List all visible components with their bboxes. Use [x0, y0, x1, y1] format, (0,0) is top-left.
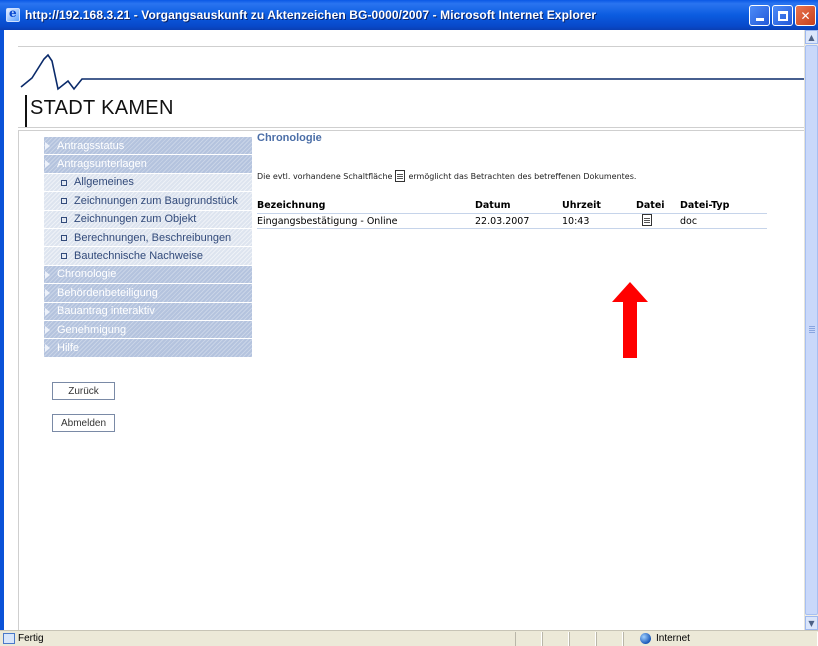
- nav-item-chronologie[interactable]: Chronologie: [44, 265, 252, 285]
- scroll-thumb[interactable]: [805, 45, 818, 615]
- nav-item-behoerdenbeteiligung[interactable]: Behördenbeteiligung: [44, 284, 252, 303]
- status-segment: [569, 632, 596, 646]
- nav-item-antragsunterlagen[interactable]: Antragsunterlagen: [44, 155, 252, 174]
- cell-datei: [636, 213, 680, 229]
- maximize-button[interactable]: [772, 5, 793, 26]
- triangle-icon: [45, 142, 50, 150]
- main-content: Chronologie Die evtl. vorhandene Schaltf…: [257, 132, 797, 229]
- hint-text-after: ermöglicht das Betrachten des betreffene…: [408, 171, 637, 181]
- nav-item-bauantrag-interaktiv[interactable]: Bauantrag interaktiv: [44, 302, 252, 321]
- nav-item-zeichnungen-objekt[interactable]: Zeichnungen zum Objekt: [44, 210, 252, 229]
- ie-icon: [6, 6, 20, 22]
- triangle-icon: [45, 307, 50, 316]
- scroll-down-button[interactable]: ▼: [805, 616, 818, 630]
- close-button[interactable]: ✕: [795, 5, 816, 26]
- window-controls: ✕: [749, 5, 816, 26]
- nav-item-label: Chronologie: [57, 268, 117, 281]
- nav-item-berechnungen[interactable]: Berechnungen, Beschreibungen: [44, 228, 252, 248]
- table-header: Bezeichnung Datum Uhrzeit Datei Datei-Ty…: [257, 200, 767, 213]
- logout-button[interactable]: Abmelden: [52, 414, 115, 432]
- cell-datei-typ: doc: [680, 215, 698, 227]
- sidebar-nav: Antragsstatus Antragsunterlagen Allgemei…: [44, 137, 252, 358]
- security-zone-text: Internet: [656, 633, 690, 644]
- vertical-scrollbar[interactable]: ▲ ▼: [804, 30, 818, 630]
- scroll-grip-icon: [809, 326, 815, 327]
- status-segment: [542, 632, 569, 646]
- cell-datum: 22.03.2007: [475, 215, 530, 227]
- column-header-datei: Datei: [636, 200, 665, 211]
- cell-bezeichnung: Eingangsbestätigung - Online: [257, 215, 398, 227]
- scroll-up-button[interactable]: ▲: [805, 30, 818, 44]
- status-bar: Fertig Internet: [0, 630, 818, 646]
- nav-item-genehmigung[interactable]: Genehmigung: [44, 320, 252, 340]
- square-bullet-icon: [61, 198, 67, 205]
- window-title-bar[interactable]: http://192.168.3.21 - Vorgangsauskunft z…: [0, 0, 818, 30]
- status-segment: [596, 632, 623, 646]
- column-header-datei-typ: Datei-Typ: [680, 200, 730, 211]
- minimize-icon: [755, 18, 764, 21]
- hint-text-before: Die evtl. vorhandene Schaltfläche: [257, 171, 393, 181]
- status-segment: [515, 632, 542, 646]
- nav-item-label: Antragsstatus: [57, 139, 125, 152]
- nav-item-label: Zeichnungen zum Objekt: [74, 213, 197, 226]
- logo-text: STADT KAMEN: [30, 97, 174, 119]
- nav-item-label: Berechnungen, Beschreibungen: [74, 231, 232, 244]
- page-title: Chronologie: [257, 132, 322, 144]
- close-icon: ✕: [800, 8, 811, 23]
- triangle-icon: [45, 325, 50, 334]
- red-arrow-annotation: [612, 282, 648, 358]
- triangle-icon: [45, 289, 50, 298]
- nav-item-label: Genehmigung: [57, 323, 127, 336]
- square-bullet-icon: [61, 179, 67, 186]
- page-header: STADT KAMEN: [18, 46, 804, 128]
- triangle-icon: [45, 160, 50, 169]
- triangle-icon: [45, 344, 50, 353]
- nav-item-bautechnische-nachweise[interactable]: Bautechnische Nachweise: [44, 247, 252, 266]
- square-bullet-icon: [61, 216, 67, 223]
- window-title: http://192.168.3.21 - Vorgangsauskunft z…: [25, 8, 597, 22]
- nav-item-label: Allgemeines: [74, 176, 134, 189]
- nav-item-antragsstatus[interactable]: Antragsstatus: [44, 137, 252, 156]
- back-button[interactable]: Zurück: [52, 382, 115, 400]
- square-bullet-icon: [61, 234, 67, 241]
- nav-item-label: Bauantrag interaktiv: [57, 305, 155, 318]
- document-icon: [395, 170, 406, 182]
- maximize-icon: [777, 10, 788, 21]
- nav-item-label: Behördenbeteiligung: [57, 286, 158, 299]
- page-done-icon: [3, 633, 15, 644]
- hint-text: Die evtl. vorhandene Schaltfläche ermögl…: [257, 170, 636, 182]
- web-page: STADT KAMEN Antragsstatus Antragsunterla…: [4, 30, 804, 630]
- status-text: Fertig: [18, 633, 44, 644]
- chronology-table: Bezeichnung Datum Uhrzeit Datei Datei-Ty…: [257, 200, 767, 229]
- nav-item-label: Bautechnische Nachweise: [74, 250, 204, 263]
- nav-item-zeichnungen-baugrundstueck[interactable]: Zeichnungen zum Baugrundstück: [44, 192, 252, 211]
- cell-uhrzeit: 10:43: [562, 215, 590, 227]
- zone-segment: [623, 632, 818, 646]
- nav-item-allgemeines[interactable]: Allgemeines: [44, 173, 252, 193]
- column-header-uhrzeit: Uhrzeit: [562, 200, 601, 211]
- open-document-icon[interactable]: [642, 213, 652, 226]
- minimize-button[interactable]: [749, 5, 770, 26]
- column-header-bezeichnung: Bezeichnung: [257, 200, 326, 211]
- column-header-datum: Datum: [475, 200, 511, 211]
- nav-item-label: Antragsunterlagen: [57, 158, 147, 171]
- table-row: Eingangsbestätigung - Online 22.03.2007 …: [257, 213, 767, 229]
- triangle-icon: [45, 270, 50, 279]
- internet-globe-icon: [640, 633, 651, 644]
- nav-item-label: Zeichnungen zum Baugrundstück: [74, 194, 238, 207]
- nav-item-label: Hilfe: [57, 341, 80, 354]
- square-bullet-icon: [61, 253, 67, 260]
- nav-item-hilfe[interactable]: Hilfe: [44, 339, 252, 358]
